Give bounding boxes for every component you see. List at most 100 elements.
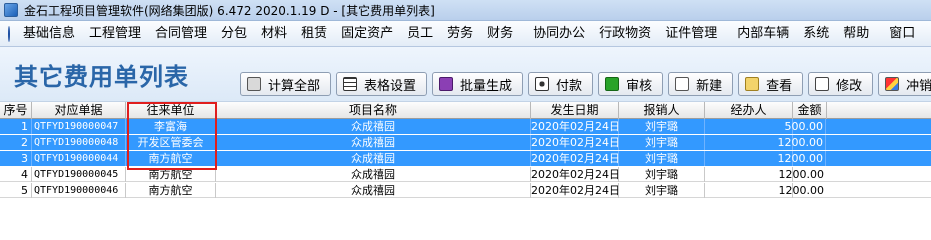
window-title: 金石工程项目管理软件(网络集团版) 6.472 2020.1.19 D - [其… bbox=[24, 3, 435, 18]
menu-item-help[interactable]: 帮助 bbox=[836, 21, 876, 46]
menu-item-lease[interactable]: 租赁 bbox=[294, 21, 334, 46]
edit-label: 修改 bbox=[836, 78, 863, 94]
header-doc[interactable]: 对应单据 bbox=[32, 102, 126, 119]
edit-icon bbox=[815, 77, 830, 91]
cell-date: 2020年02月24日 bbox=[531, 135, 619, 150]
table-settings-button[interactable]: 表格设置 bbox=[336, 72, 428, 96]
cell-date: 2020年02月24日 bbox=[531, 151, 619, 166]
folder-icon bbox=[745, 77, 760, 91]
menu-item-labor[interactable]: 劳务 bbox=[440, 21, 480, 46]
cell-doc: QTFYD190000045 bbox=[32, 167, 126, 182]
batch-generate-label: 批量生成 bbox=[460, 78, 513, 94]
cell-amount: 1200.00 bbox=[778, 184, 825, 197]
cell-doc: QTFYD190000047 bbox=[32, 119, 126, 134]
edit-button[interactable]: 修改 bbox=[808, 72, 874, 96]
cell-doc: QTFYD190000048 bbox=[32, 135, 126, 150]
cell-date: 2020年02月24日 bbox=[531, 167, 619, 182]
cell-idx: 5 bbox=[0, 183, 32, 198]
menu-item-basic-info[interactable]: 基础信息 bbox=[16, 21, 82, 46]
cell-party: 南方航空 bbox=[126, 183, 216, 198]
cell-amount: 1200.00 bbox=[750, 135, 826, 150]
new-button[interactable]: 新建 bbox=[668, 72, 734, 96]
cell-reporter: 刘宇璐 bbox=[619, 167, 705, 182]
payment-icon bbox=[535, 77, 550, 91]
menu-item-certificates[interactable]: 证件管理 bbox=[658, 21, 724, 46]
menu-bar: 基础信息 工程管理 合同管理 分包 材料 租赁 固定资产 员工 劳务 财务 协同… bbox=[0, 21, 931, 47]
cell-reporter: 刘宇璐 bbox=[619, 119, 705, 134]
cell-reporter: 刘宇璐 bbox=[619, 151, 705, 166]
header-project[interactable]: 项目名称 bbox=[216, 102, 531, 119]
cancel-entry-label: 冲销 bbox=[906, 78, 931, 94]
menu-item-subcontract[interactable]: 分包 bbox=[214, 21, 254, 46]
table-row[interactable]: 2 QTFYD190000048 开发区管委会 众成禧园 2020年02月24日 刘宇璐 1… bbox=[0, 135, 931, 150]
cell-idx: 2 bbox=[0, 135, 32, 150]
menu-logo-icon bbox=[8, 25, 10, 42]
cell-amount: 1200.00 bbox=[778, 168, 825, 181]
cell-party: 李富海 bbox=[126, 119, 216, 134]
toolbar: 计算全部 表格设置 批量生成 付款 审核 新建 查看 修改 冲销 bbox=[240, 72, 931, 96]
cell-doc: QTFYD190000046 bbox=[32, 183, 126, 198]
cell-amount: 1200.00 bbox=[750, 151, 826, 166]
cell-date: 2020年02月24日 bbox=[531, 183, 619, 198]
cancel-entry-button[interactable]: 冲销 bbox=[878, 72, 931, 96]
view-label: 查看 bbox=[766, 78, 793, 94]
table-row[interactable]: 5 QTFYD190000046 南方航空 众成禧园 2020年02月24日 刘宇璐 120… bbox=[0, 183, 931, 198]
new-label: 新建 bbox=[696, 78, 723, 94]
cell-project: 众成禧园 bbox=[216, 135, 531, 150]
expense-list-grid: 序号 对应单据 往来单位 项目名称 发生日期 报销人 经办人 金额 1 QTFYD… bbox=[0, 102, 931, 217]
menu-item-staff[interactable]: 员工 bbox=[400, 21, 440, 46]
table-row[interactable]: 1 QTFYD190000047 李富海 众成禧园 2020年02月24日 刘宇璐 500.… bbox=[0, 119, 931, 134]
menu-item-materials[interactable]: 材料 bbox=[254, 21, 294, 46]
menu-item-collab-office[interactable]: 协同办公 bbox=[526, 21, 592, 46]
menu-item-system[interactable]: 系统 bbox=[796, 21, 836, 46]
cell-project: 众成禧园 bbox=[216, 167, 531, 182]
cell-idx: 3 bbox=[0, 151, 32, 166]
header-agent[interactable]: 经办人 bbox=[705, 102, 793, 119]
menu-item-vehicles[interactable]: 内部车辆 bbox=[730, 21, 796, 46]
cell-reporter: 刘宇璐 bbox=[619, 183, 705, 198]
view-button[interactable]: 查看 bbox=[738, 72, 804, 96]
calculator-icon bbox=[247, 77, 261, 91]
list-header: 其它费用单列表 计算全部 表格设置 批量生成 付款 审核 新建 查看 修改 冲销 bbox=[0, 47, 931, 102]
audit-button[interactable]: 审核 bbox=[598, 72, 664, 96]
menu-item-contract-mgmt[interactable]: 合同管理 bbox=[148, 21, 214, 46]
header-party[interactable]: 往来单位 bbox=[126, 102, 216, 119]
header-date[interactable]: 发生日期 bbox=[531, 102, 619, 119]
table-icon bbox=[343, 77, 358, 91]
page-title: 其它费用单列表 bbox=[14, 62, 189, 91]
cell-date: 2020年02月24日 bbox=[531, 119, 619, 134]
table-row[interactable]: 4 QTFYD190000045 南方航空 众成禧园 2020年02月24日 刘宇璐 120… bbox=[0, 167, 931, 182]
pay-label: 付款 bbox=[556, 78, 583, 94]
cell-doc: QTFYD190000044 bbox=[32, 151, 126, 166]
audit-icon bbox=[605, 77, 620, 91]
cell-party: 开发区管委会 bbox=[126, 135, 216, 150]
header-amount[interactable]: 金额 bbox=[793, 102, 827, 119]
cell-reporter: 刘宇璐 bbox=[619, 135, 705, 150]
menu-item-fixed-assets[interactable]: 固定资产 bbox=[334, 21, 400, 46]
cell-amount: 500.00 bbox=[750, 119, 826, 134]
table-row[interactable]: 3 QTFYD190000044 南方航空 众成禧园 2020年02月24日 刘宇璐 120… bbox=[0, 151, 931, 166]
header-idx[interactable]: 序号 bbox=[0, 102, 32, 119]
reverse-icon bbox=[885, 77, 900, 91]
batch-icon bbox=[439, 77, 454, 91]
header-reporter[interactable]: 报销人 bbox=[619, 102, 705, 119]
calc-all-button[interactable]: 计算全部 bbox=[240, 72, 332, 96]
cell-party: 南方航空 bbox=[126, 151, 216, 166]
menu-item-window[interactable]: 窗口 bbox=[882, 21, 922, 46]
menu-item-admin-supplies[interactable]: 行政物资 bbox=[592, 21, 658, 46]
cell-idx: 1 bbox=[0, 119, 32, 134]
batch-generate-button[interactable]: 批量生成 bbox=[432, 72, 524, 96]
table-settings-label: 表格设置 bbox=[364, 78, 417, 94]
menu-item-finance[interactable]: 财务 bbox=[480, 21, 520, 46]
cell-project: 众成禧园 bbox=[216, 119, 531, 134]
audit-label: 审核 bbox=[626, 78, 653, 94]
grid-header: 序号 对应单据 往来单位 项目名称 发生日期 报销人 经办人 金额 bbox=[0, 102, 931, 119]
cell-idx: 4 bbox=[0, 167, 32, 182]
cell-project: 众成禧园 bbox=[216, 151, 531, 166]
pay-button[interactable]: 付款 bbox=[528, 72, 594, 96]
new-document-icon bbox=[675, 77, 690, 91]
app-icon bbox=[4, 3, 18, 17]
cell-project: 众成禧园 bbox=[216, 183, 531, 198]
calc-all-label: 计算全部 bbox=[268, 78, 321, 94]
menu-item-project-mgmt[interactable]: 工程管理 bbox=[82, 21, 148, 46]
